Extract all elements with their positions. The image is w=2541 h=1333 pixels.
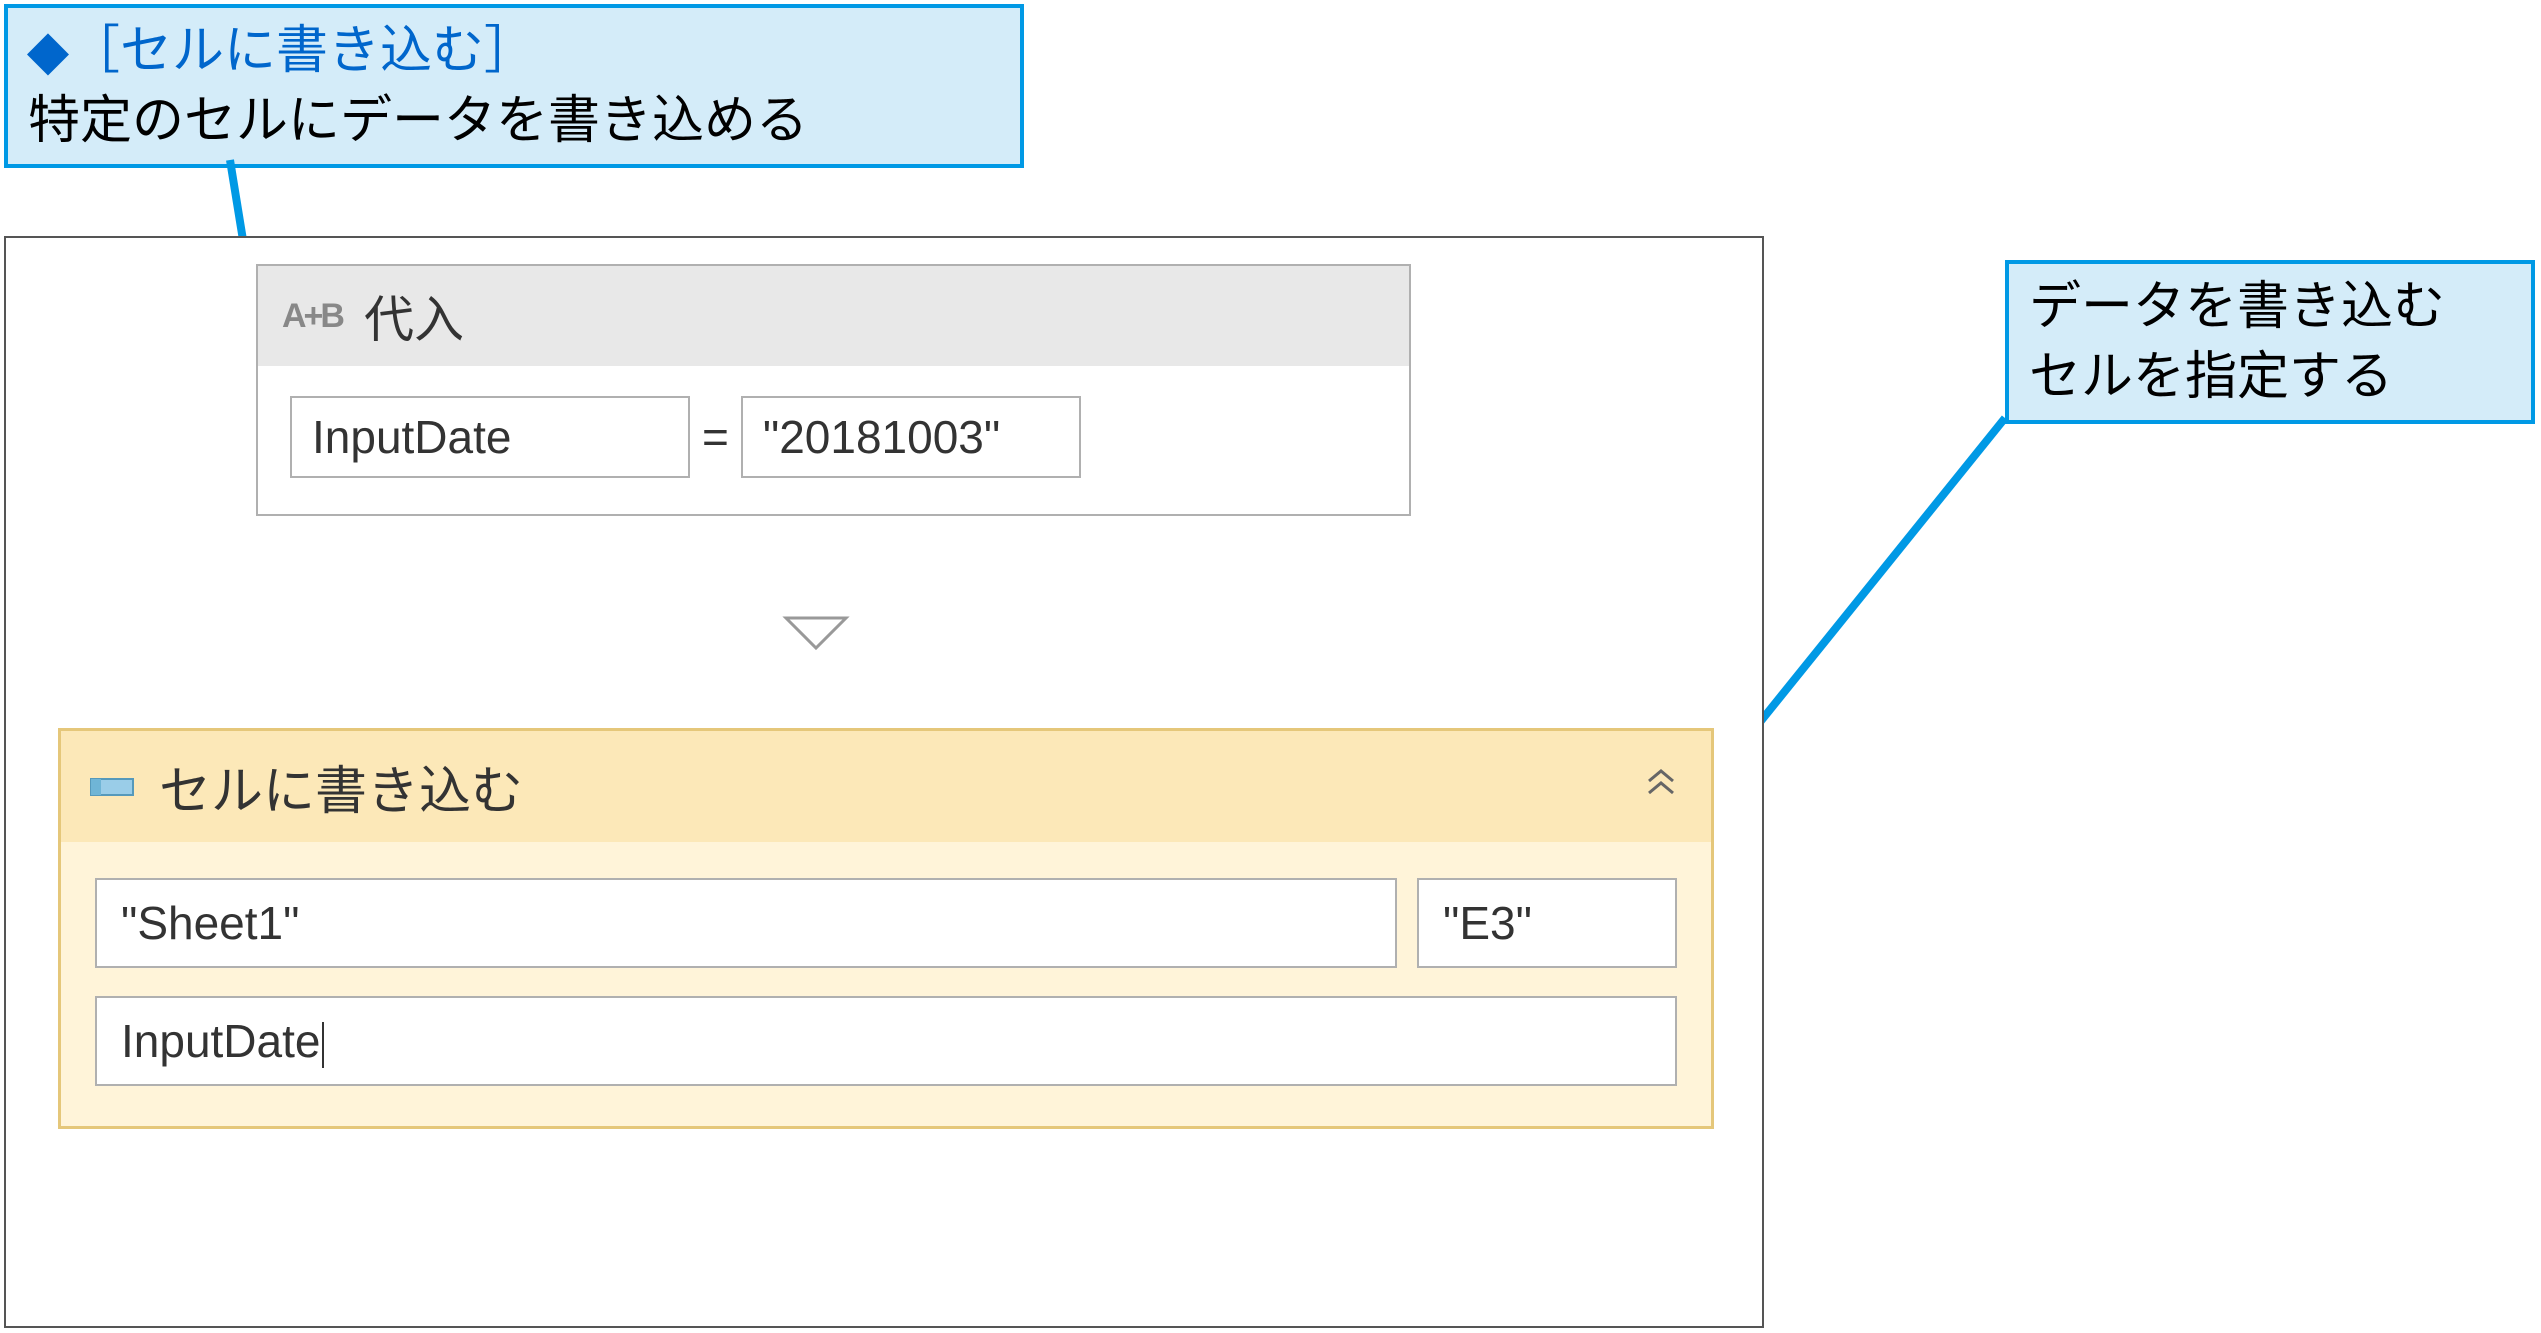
assign-icon: A+B (282, 297, 342, 336)
flow-arrow-icon (776, 603, 856, 672)
activity-write-cell[interactable]: セルに書き込む InputDate (58, 728, 1714, 1129)
collapse-icon[interactable] (1641, 761, 1681, 811)
callout-right-line2: セルを指定する (2029, 348, 2393, 406)
write-cell-input[interactable] (1417, 878, 1677, 968)
activity-assign[interactable]: A+B 代入 = (256, 264, 1411, 516)
write-row-1 (95, 878, 1677, 968)
callout-description: 特定のセルにデータを書き込める (28, 92, 808, 150)
callout-title: セルに書き込む (120, 22, 484, 80)
bracket-close: ］ (484, 22, 536, 80)
write-title: セルに書き込む (159, 749, 523, 824)
diamond-icon: ◆ (28, 22, 68, 80)
callout-specify-cell: データを書き込む セルを指定する (2005, 260, 2535, 424)
equals-sign: = (702, 410, 729, 464)
assign-header: A+B 代入 (258, 266, 1409, 366)
write-body: InputDate (61, 842, 1711, 1126)
write-cell-icon (89, 775, 135, 799)
callout-right-line1: データを書き込む (2029, 278, 2445, 336)
bracket-open: ［ (68, 22, 120, 80)
write-sheet-input[interactable] (95, 878, 1397, 968)
workflow-container: A+B 代入 = セルに書き込む (4, 236, 1764, 1328)
assign-title: 代入 (364, 280, 464, 352)
write-value-text: InputDate (121, 1015, 324, 1067)
assign-body: = (258, 366, 1409, 514)
assign-value-input[interactable] (741, 396, 1081, 478)
write-row-2: InputDate (95, 996, 1677, 1086)
callout-write-cell: ◆［セルに書き込む］ 特定のセルにデータを書き込める (4, 4, 1024, 168)
write-value-input[interactable]: InputDate (95, 996, 1677, 1086)
write-header: セルに書き込む (61, 731, 1711, 842)
assign-variable-input[interactable] (290, 396, 690, 478)
